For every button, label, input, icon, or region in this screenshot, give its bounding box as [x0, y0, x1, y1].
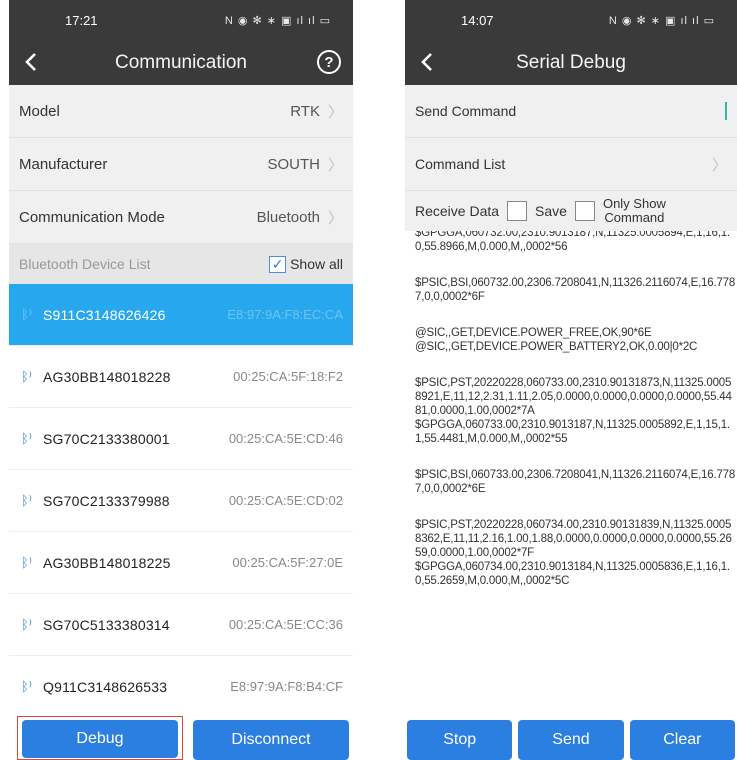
status-time: 17:21: [65, 12, 98, 28]
disconnect-button[interactable]: Disconnect: [193, 720, 349, 760]
log-entry: $PSIC,PST,20220228,060734.00,2310.901318…: [415, 519, 732, 587]
setting-label: Model: [19, 102, 60, 120]
device-name: S911C3148626426: [43, 306, 166, 323]
bluetooth-icon: ᛒ⁾: [21, 368, 32, 384]
send-button[interactable]: Send: [518, 720, 624, 760]
save-label: Save: [535, 203, 567, 219]
setting-communication-mode[interactable]: Communication Mode Bluetooth 〉: [9, 191, 353, 244]
list-header-label: Bluetooth Device List: [19, 256, 151, 272]
clear-button[interactable]: Clear: [629, 720, 735, 760]
device-mac: 00:25:CA:5F:18:F2: [233, 369, 343, 384]
back-icon[interactable]: [415, 49, 439, 75]
status-bar: 14:07 N ◉ ✻ ∗ ▣ ıl ıl ▭: [405, 0, 737, 40]
send-command-label: Send Command: [415, 103, 517, 119]
title-bar: Serial Debug: [405, 40, 737, 85]
setting-value: SOUTH: [267, 155, 320, 173]
device-row[interactable]: ᛒ⁾ S911C3148626426 E8:97:9A:F8:EC:CA: [9, 284, 353, 346]
only-show-label: Only Show Command: [603, 197, 666, 225]
serial-debug-screen: 14:07 N ◉ ✻ ∗ ▣ ıl ıl ▭ Serial Debug Sen…: [405, 0, 737, 760]
device-row[interactable]: ᛒ⁾ SG70C5133380314 00:25:CA:5E:CC:36: [9, 594, 353, 656]
receive-data-label: Receive Data: [415, 203, 500, 219]
bluetooth-icon: ᛒ⁾: [21, 492, 32, 508]
device-mac: 00:25:CA:5F:27:0E: [232, 555, 343, 570]
device-name: AG30BB148018228: [43, 368, 171, 385]
save-checkbox[interactable]: [507, 201, 528, 221]
setting-manufacturer[interactable]: Manufacturer SOUTH 〉: [9, 138, 353, 191]
send-command-input[interactable]: Send Command: [405, 85, 737, 138]
log-entry: $PSIC,BSI,060733.00,2306.7208041,N,11326…: [415, 469, 736, 495]
command-list-label: Command List: [415, 156, 506, 172]
action-bar: Debug Disconnect: [9, 713, 353, 760]
only-show-line2: Command: [604, 210, 665, 225]
chevron-right-icon: 〉: [711, 156, 727, 174]
device-mac: 00:25:CA:5E:CD:46: [228, 431, 343, 446]
log-entry: $PSIC,BSI,060732.00,2306.7208041,N,11326…: [415, 277, 736, 303]
log-entry: $GPGGA,060732.00,2310.9013187,N,11325.00…: [415, 231, 730, 253]
device-row[interactable]: ᛒ⁾ AG30BB148018228 00:25:CA:5F:18:F2: [9, 346, 353, 408]
device-row[interactable]: ᛒ⁾ AG30BB148018225 00:25:CA:5F:27:0E: [9, 532, 353, 594]
bluetooth-icon: ᛒ⁾: [21, 554, 32, 570]
bluetooth-icon: ᛒ⁾: [21, 678, 32, 694]
status-time: 14:07: [461, 12, 494, 28]
command-list-row[interactable]: Command List 〉: [405, 138, 737, 191]
device-row[interactable]: ᛒ⁾ SG70C2133379988 00:25:CA:5E:CD:02: [9, 470, 353, 532]
bluetooth-icon: ᛒ⁾: [21, 430, 32, 446]
log-entry: @SIC,,GET,DEVICE.POWER_FREE,OK,90*6E @SI…: [415, 327, 698, 353]
setting-label: Communication Mode: [19, 208, 165, 226]
setting-value: Bluetooth: [256, 208, 320, 226]
checkbox-checked-icon[interactable]: ✓: [269, 255, 287, 273]
device-mac: 00:25:CA:5E:CD:02: [228, 493, 343, 508]
receive-log[interactable]: $GPGGA,060732.00,2310.9013187,N,11325.00…: [405, 231, 737, 719]
only-show-line1: Only Show: [602, 196, 666, 211]
device-mac: 00:25:CA:5E:CC:36: [228, 617, 343, 632]
status-bar: 17:21 N ◉ ✻ ∗ ▣ ıl ıl ▭: [9, 0, 353, 40]
status-icons: N ◉ ✻ ∗ ▣ ıl ıl ▭: [608, 14, 715, 27]
device-name: AG30BB148018225: [43, 554, 171, 571]
setting-label: Manufacturer: [19, 155, 108, 173]
back-icon[interactable]: [19, 49, 43, 75]
help-icon[interactable]: ?: [317, 50, 341, 74]
debug-button[interactable]: Debug: [22, 720, 178, 758]
debug-highlight: Debug: [17, 716, 183, 760]
show-all-toggle[interactable]: ✓ Show all: [269, 255, 343, 273]
device-name: SG70C5133380314: [43, 616, 170, 633]
page-title: Serial Debug: [516, 51, 626, 73]
chevron-right-icon: 〉: [327, 156, 343, 174]
log-entry: $PSIC,PST,20220228,060733.00,2310.901318…: [415, 377, 732, 445]
title-bar: Communication ?: [9, 40, 353, 85]
receive-options: Receive Data Save Only Show Command: [405, 191, 737, 231]
device-mac: E8:97:9A:F8:B4:CF: [230, 679, 343, 694]
bluetooth-icon: ᛒ⁾: [21, 306, 32, 322]
only-show-checkbox[interactable]: [574, 201, 595, 221]
chevron-right-icon: 〉: [327, 103, 343, 121]
page-title: Communication: [115, 51, 247, 73]
stop-button[interactable]: Stop: [407, 720, 513, 760]
bluetooth-icon: ᛒ⁾: [21, 616, 32, 632]
text-cursor: [725, 102, 727, 120]
bluetooth-list-header: Bluetooth Device List ✓ Show all: [9, 244, 353, 284]
setting-value: RTK: [290, 102, 320, 120]
action-bar: Stop Send Clear: [405, 713, 737, 760]
device-name: SG70C2133379988: [43, 492, 170, 509]
setting-model[interactable]: Model RTK 〉: [9, 85, 353, 138]
device-row[interactable]: ᛒ⁾ Q911C3148626533 E8:97:9A:F8:B4:CF: [9, 656, 353, 718]
device-row[interactable]: ᛒ⁾ SG70C2133380001 00:25:CA:5E:CD:46: [9, 408, 353, 470]
device-name: Q911C3148626533: [43, 678, 168, 695]
status-icons: N ◉ ✻ ∗ ▣ ıl ıl ▭: [224, 14, 331, 27]
device-mac: E8:97:9A:F8:EC:CA: [227, 307, 343, 322]
device-name: SG70C2133380001: [43, 430, 170, 447]
communication-screen: 17:21 N ◉ ✻ ∗ ▣ ıl ıl ▭ Communication ? …: [9, 0, 353, 760]
show-all-label: Show all: [290, 256, 343, 272]
chevron-right-icon: 〉: [327, 209, 343, 227]
